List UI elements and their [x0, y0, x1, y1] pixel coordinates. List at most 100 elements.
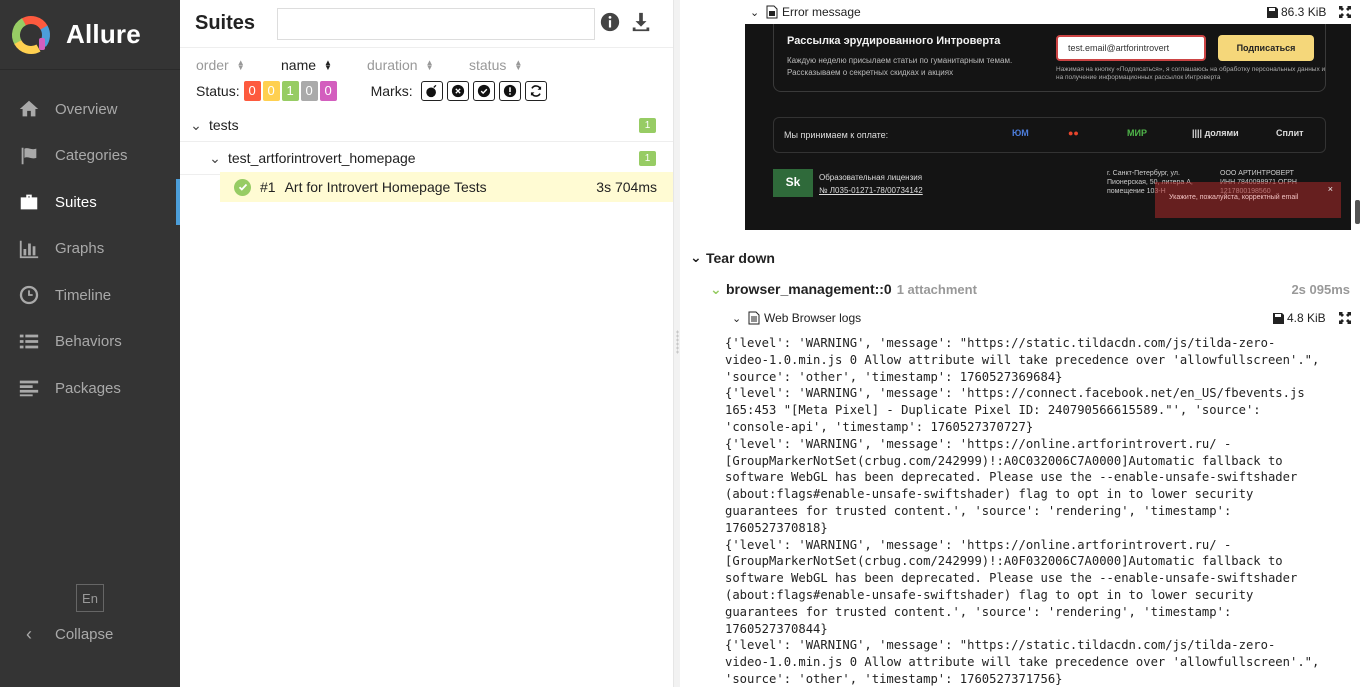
- sidebar-item-label: Suites: [55, 193, 97, 211]
- test-name: Art for Introvert Homepage Tests: [284, 179, 487, 195]
- bomb-icon: [425, 84, 436, 98]
- text-file-icon: [748, 311, 760, 325]
- status-passed-toggle[interactable]: 1: [281, 81, 299, 101]
- chevron-down-icon: ⌄: [209, 149, 221, 166]
- sidebar-item-label: Categories: [55, 147, 128, 165]
- collapse-button[interactable]: ‹ Collapse: [18, 624, 113, 645]
- attachment-size-value: 4.8 KiB: [1287, 311, 1326, 325]
- tree-group-tests[interactable]: ⌄ tests 1: [180, 109, 673, 142]
- sidebar: Allure Overview Categories Suites Graphs…: [0, 0, 180, 687]
- attachment-label: Web Browser logs: [764, 311, 862, 325]
- sort-name[interactable]: name ▲ ▼: [281, 57, 367, 73]
- yoomoney-logo: ЮM: [1012, 128, 1029, 138]
- newsletter-title: Рассылка эрудированного Интроверта: [787, 35, 1001, 47]
- chevron-down-icon: ⌄: [190, 116, 202, 133]
- chevron-down-icon: ⌄: [710, 280, 722, 297]
- test-row[interactable]: #1 Art for Introvert Homepage Tests 3s 7…: [220, 172, 673, 202]
- license-info: Образовательная лицензия № Л035-01271-78…: [819, 171, 923, 197]
- new-passed-mark-button[interactable]: [472, 81, 495, 101]
- app-name: Allure: [66, 19, 141, 49]
- brand[interactable]: Allure: [0, 0, 180, 70]
- error-screenshot: Рассылка эрудированного Интроверта Кажду…: [745, 24, 1351, 230]
- sorters-bar: order ▲ ▼ name ▲ ▼ duration ▲ ▼ status ▲ ▼: [180, 48, 673, 76]
- suites-tree-pane: Suites order ▲ ▼ name ▲ ▼ duration ▲ ▼ stat…: [180, 0, 673, 687]
- sidebar-item-suites[interactable]: Suites: [0, 179, 180, 226]
- new-broken-mark-button[interactable]: [498, 81, 521, 101]
- sidebar-item-overview[interactable]: Overview: [0, 86, 180, 133]
- bar-chart-icon: [18, 238, 40, 260]
- split-logo: Сплит: [1276, 128, 1304, 138]
- save-icon: [1273, 312, 1284, 324]
- info-icon[interactable]: [599, 11, 621, 33]
- sort-duration[interactable]: duration ▲ ▼: [367, 57, 469, 73]
- sidebar-item-label: Overview: [55, 100, 118, 118]
- status-skipped-toggle[interactable]: 0: [300, 81, 318, 101]
- sidebar-item-label: Graphs: [55, 240, 105, 258]
- status-broken-toggle[interactable]: 0: [262, 81, 280, 101]
- close-icon: ×: [1327, 184, 1333, 194]
- sidebar-item-graphs[interactable]: Graphs: [0, 226, 180, 273]
- tree-header: Suites: [180, 0, 673, 48]
- tear-down-section[interactable]: ⌄ Tear down: [690, 249, 775, 266]
- status-unknown-toggle[interactable]: 0: [319, 81, 337, 101]
- pane-splitter[interactable]: [673, 0, 680, 687]
- chevron-down-icon: ⌄: [732, 312, 742, 325]
- flaky-mark-button[interactable]: [420, 81, 443, 101]
- expand-icon[interactable]: [1339, 6, 1351, 18]
- error-attachment-header[interactable]: ⌄ Error message: [750, 5, 861, 19]
- new-failed-mark-button[interactable]: [446, 81, 469, 101]
- sort-arrows-icon: ▲ ▼: [236, 58, 245, 72]
- language-toggle[interactable]: En: [76, 584, 104, 612]
- splitter-grip-icon: [676, 330, 679, 354]
- teardown-step[interactable]: ⌄ browser_management::0 1 attachment 2s …: [710, 279, 1350, 299]
- license-number: № Л035-01271-78/00734142: [819, 186, 923, 195]
- sidebar-nav: Overview Categories Suites Graphs Timeli…: [0, 86, 180, 412]
- flag-icon: [18, 145, 40, 167]
- dolyami-logo: |||| долями: [1192, 128, 1239, 138]
- chevron-down-icon: ⌄: [690, 249, 702, 265]
- expand-icon[interactable]: [1339, 312, 1351, 324]
- sidebar-item-categories[interactable]: Categories: [0, 133, 180, 180]
- newsletter-subtitle: Каждую неделю присылаем статьи по гумани…: [787, 56, 1013, 77]
- allure-logo-icon: [12, 15, 50, 54]
- download-icon[interactable]: [630, 11, 652, 33]
- newsletter-legal-text: Нажимая на кнопку «Подписаться», я согла…: [1056, 66, 1326, 81]
- skolkovo-logo: Sk: [773, 169, 813, 197]
- group-name: tests: [209, 117, 239, 133]
- sort-status[interactable]: status ▲ ▼: [469, 57, 522, 73]
- sort-label: status: [469, 57, 507, 73]
- sort-label: name: [281, 57, 317, 73]
- error-toast: Укажите, пожалуйста, корректный email ×: [1155, 182, 1341, 218]
- sort-arrows-icon: ▲ ▼: [514, 58, 523, 72]
- status-failed-toggle[interactable]: 0: [243, 81, 261, 101]
- attachment-size: 86.3 KiB: [1267, 5, 1326, 19]
- step-duration: 2s 095ms: [1291, 281, 1350, 297]
- clock-icon: [18, 284, 40, 306]
- home-icon: [18, 98, 40, 120]
- step-name: browser_management::0: [726, 281, 892, 297]
- test-detail-pane: ⌄ Error message 86.3 KiB Рассылка эрудир…: [680, 0, 1362, 687]
- sidebar-item-label: Packages: [55, 379, 121, 397]
- search-input[interactable]: [277, 7, 596, 40]
- section-title: Tear down: [706, 249, 775, 266]
- sidebar-item-packages[interactable]: Packages: [0, 365, 180, 412]
- scrollbar-thumb[interactable]: [1355, 200, 1360, 224]
- browser-log-content: {'level': 'WARNING', 'message': "https:/…: [725, 336, 1320, 686]
- sidebar-item-timeline[interactable]: Timeline: [0, 272, 180, 319]
- passed-status-icon: [234, 178, 251, 196]
- tree-group-test-artforintrovert-homepage[interactable]: ⌄ test_artforintrovert_homepage 1: [180, 142, 673, 175]
- align-left-icon: [18, 377, 40, 399]
- chevron-down-icon: ⌄: [750, 6, 760, 19]
- sort-order[interactable]: order ▲ ▼: [196, 57, 281, 73]
- log-attachment-header[interactable]: ⌄ Web Browser logs: [732, 311, 861, 325]
- save-icon: [1267, 6, 1278, 18]
- list-icon: [18, 331, 40, 353]
- collapse-label: Collapse: [55, 626, 114, 643]
- sort-label: order: [196, 57, 229, 73]
- mir-logo: МИР: [1127, 128, 1147, 138]
- page-title: Suites: [195, 12, 256, 34]
- retries-mark-button[interactable]: [524, 81, 547, 101]
- sidebar-item-behaviors[interactable]: Behaviors: [0, 319, 180, 366]
- payment-methods: Мы принимаем к оплате: ЮM ●● МИР |||| до…: [773, 117, 1326, 153]
- sort-label: duration: [367, 57, 418, 73]
